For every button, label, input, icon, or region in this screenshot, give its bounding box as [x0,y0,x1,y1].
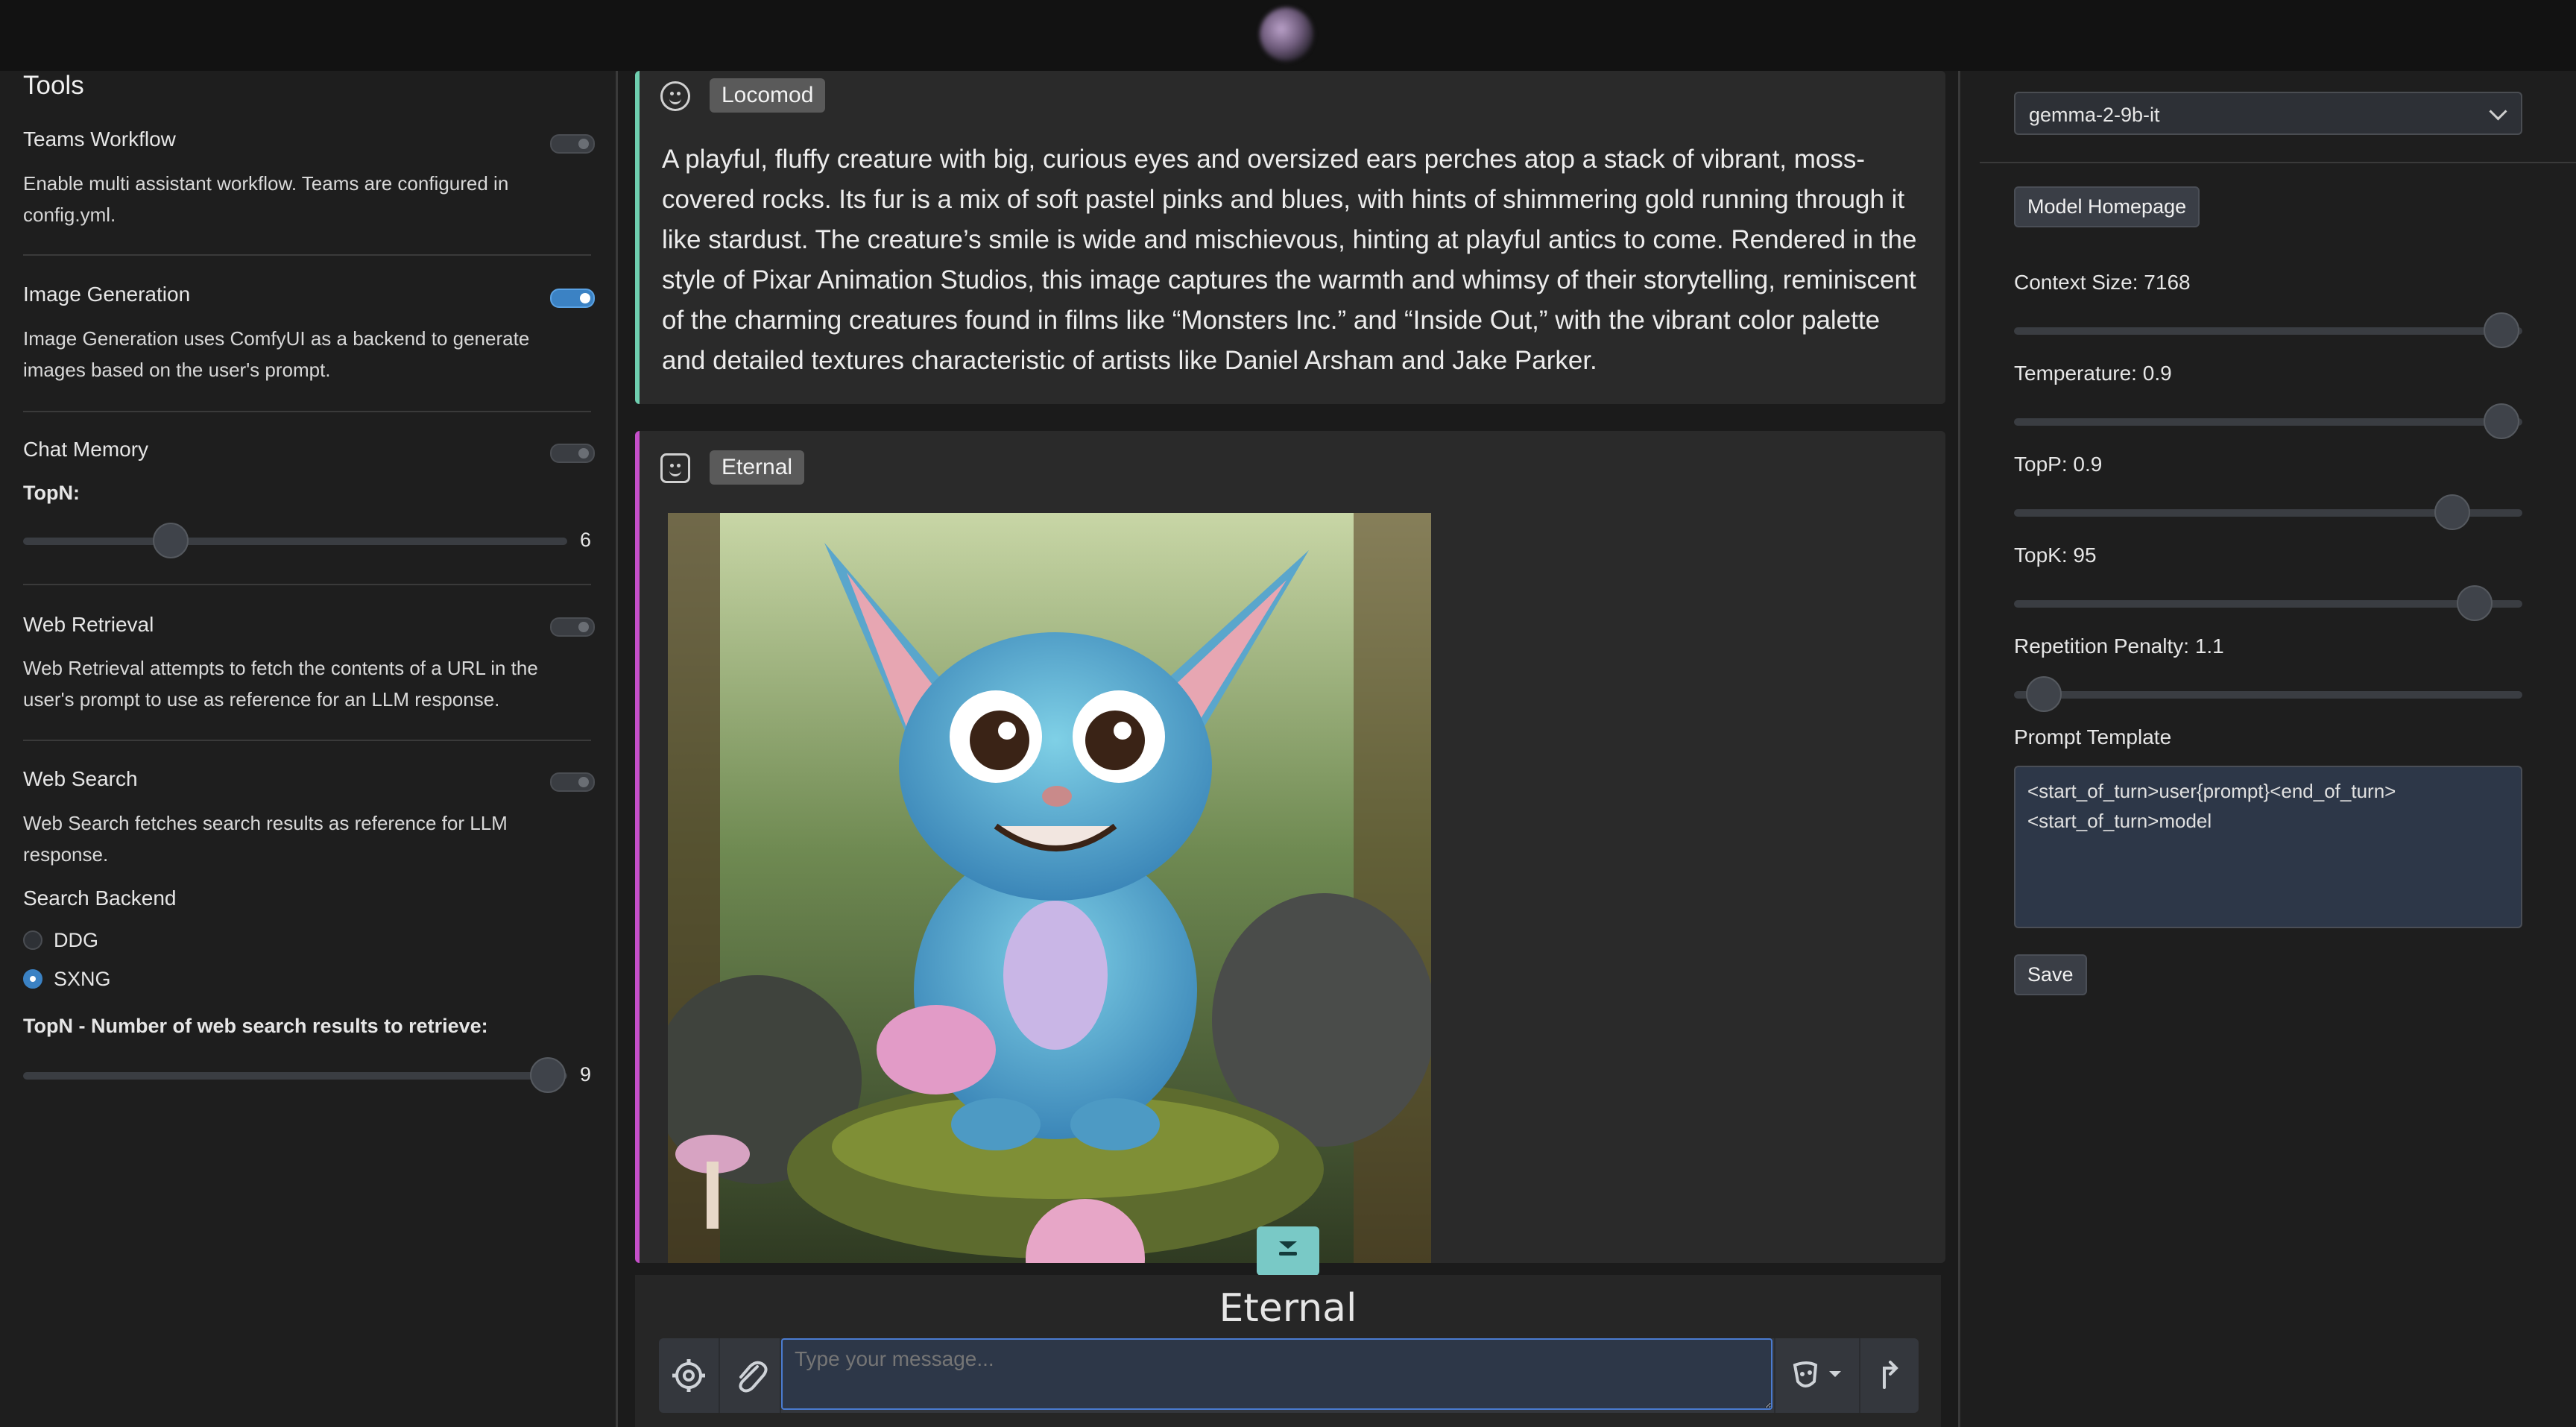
context-size-label: Context Size: 7168 [2014,271,2191,294]
repetition-penalty-slider[interactable] [2014,676,2522,712]
scroll-down-button[interactable] [1257,1226,1319,1276]
search-backend-label: Search Backend [23,886,177,910]
prompt-template-input[interactable]: <start_of_turn>user{prompt}<end_of_turn>… [2014,766,2522,928]
caret-up-icon [1829,1371,1841,1377]
prompt-template-label: Prompt Template [2014,725,2172,749]
author-badge: Locomod [710,78,826,113]
settings-gear-icon [672,1359,705,1392]
results-count-slider[interactable] [23,1057,567,1093]
topk-thumb[interactable] [2457,585,2493,621]
author-badge: Eternal [710,450,805,485]
model-panel: gemma-2-9b-it Model Homepage Context Siz… [1960,71,2576,1427]
teams-workflow-toggle[interactable] [550,134,595,154]
chat-memory-label: Chat Memory [23,438,149,461]
divider [23,740,591,741]
image-generation-toggle[interactable] [550,289,595,308]
topn-slider-thumb[interactable] [153,523,189,558]
divider [1980,162,2576,163]
temperature-slider[interactable] [2014,403,2522,439]
radio-sxng-label[interactable]: SXNG [54,968,111,991]
smiley-icon [660,81,690,111]
temperature-thumb[interactable] [2484,403,2519,439]
tools-panel: Tools Teams Workflow Enable multi assist… [0,71,616,1427]
left-divider [616,71,618,1427]
model-select-value: gemma-2-9b-it [2029,104,2160,126]
settings-button[interactable] [659,1338,720,1413]
image-generation-label: Image Generation [23,283,191,306]
divider [23,584,591,585]
model-homepage-button[interactable]: Model Homepage [2014,186,2200,227]
teams-workflow-desc: Enable multi assistant workflow. Teams a… [23,172,509,226]
divider [23,411,591,412]
chevron-down-icon [2489,102,2507,121]
send-button[interactable] [1859,1338,1919,1413]
generated-image[interactable] [668,513,1431,1263]
web-retrieval-toggle[interactable] [550,617,595,637]
context-size-slider[interactable] [2014,312,2522,348]
topp-slider[interactable] [2014,494,2522,530]
model-select[interactable]: gemma-2-9b-it [2014,92,2522,135]
topk-label: TopK: 95 [2014,544,2097,567]
results-count-value: 9 [580,1063,592,1086]
web-search-desc: Web Search fetches search results as ref… [23,812,508,866]
persona-button[interactable] [1774,1338,1860,1413]
composer: Eternal [635,1275,1941,1427]
teams-workflow-label: Teams Workflow [23,127,176,151]
repetition-penalty-thumb[interactable] [2026,676,2062,712]
message-input[interactable] [781,1338,1772,1410]
bot-face-icon [660,453,690,483]
context-size-thumb[interactable] [2484,312,2519,348]
web-search-label: Web Search [23,767,138,790]
top-bar [0,0,2576,71]
topk-slider[interactable] [2014,585,2522,621]
topp-label: TopP: 0.9 [2014,453,2103,476]
message-text: A playful, fluffy creature with big, cur… [662,145,1917,375]
topn-label: TopN: [23,482,80,504]
input-row [659,1338,1919,1413]
chat-memory-toggle[interactable] [550,444,595,463]
results-count-label: TopN - Number of web search results to r… [23,1015,488,1037]
topn-slider[interactable] [23,523,567,558]
send-arrow-icon [1883,1361,1898,1389]
web-retrieval-desc: Web Retrieval attempts to fetch the cont… [23,657,538,711]
message-assistant: Eternal [635,431,1945,1263]
temperature-label: Temperature: 0.9 [2014,362,2172,385]
repetition-penalty-label: Repetition Penalty: 1.1 [2014,634,2224,658]
panel-title: Tools [23,71,84,100]
web-search-toggle[interactable] [550,772,595,792]
paperclip-icon [739,1361,768,1393]
save-button[interactable]: Save [2014,954,2087,995]
radio-ddg[interactable] [23,930,42,950]
theater-masks-icon [1793,1361,1841,1387]
web-retrieval-label: Web Retrieval [23,613,154,636]
results-count-slider-thumb[interactable] [530,1057,566,1093]
radio-sxng[interactable] [23,969,42,989]
divider [23,254,591,256]
image-generation-desc: Image Generation uses ComfyUI as a backe… [23,327,530,381]
topp-thumb[interactable] [2434,494,2470,530]
message-user: Locomod A playful, fluffy creature with … [635,71,1945,404]
topn-value: 6 [580,529,592,551]
attach-button[interactable] [720,1338,781,1413]
brand-title: Eternal [1219,1286,1357,1331]
app-logo[interactable] [1260,7,1313,61]
radio-ddg-label[interactable]: DDG [54,929,98,952]
